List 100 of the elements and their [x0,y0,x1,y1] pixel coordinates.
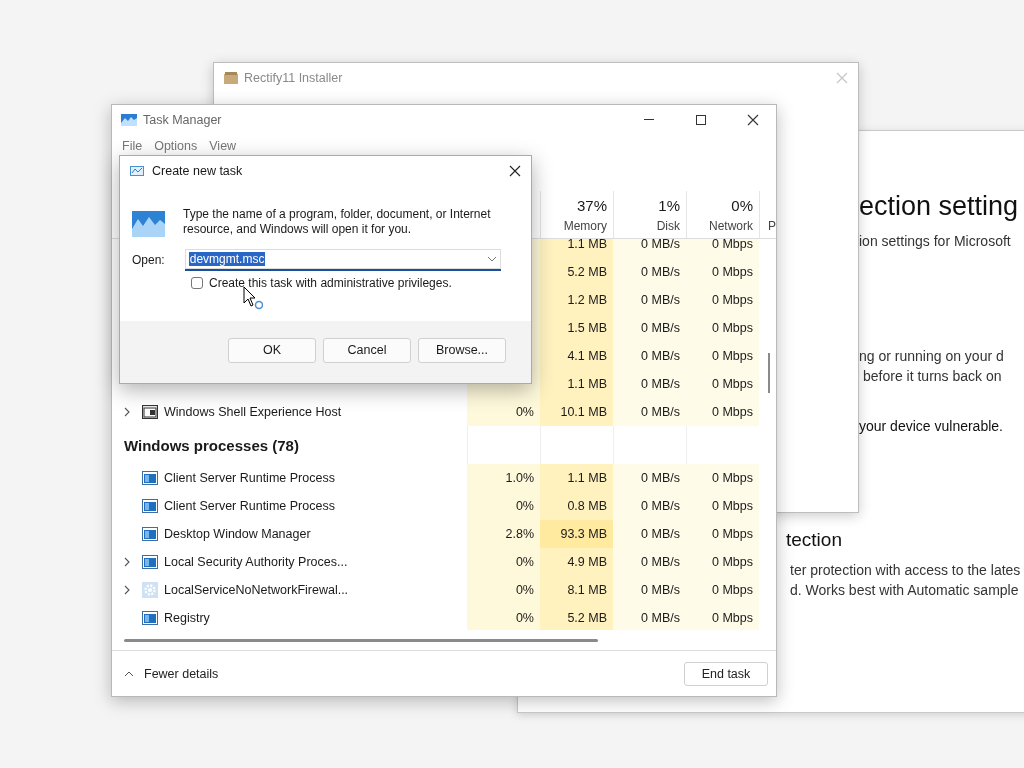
window-icon [142,405,158,419]
table-cell: 1.1 MB [540,239,613,258]
table-cell: 0 Mbps [686,520,759,548]
table-cell: 0 MB/s [613,239,686,258]
section-text-line: d. Works best with Automatic sample [790,581,1019,600]
process-name: Desktop Window Manager [164,527,311,541]
group-heading: Windows processes (78) [124,436,299,454]
column-header[interactable]: P [768,219,776,233]
table-cell: 0 MB/s [613,258,686,286]
scrollbar-thumb[interactable] [124,638,598,642]
app-window-icon [142,527,158,541]
process-name: Local Security Authority Proces... [164,555,348,569]
app-window-icon [142,499,158,513]
process-row[interactable]: Desktop Window Manager [112,520,467,548]
app-window-icon [142,555,158,569]
menu-item[interactable]: View [203,139,243,153]
dialog-button[interactable]: Cancel [323,337,411,363]
table-cell: 4.1 MB [540,342,613,370]
process-name: LocalServiceNoNetworkFirewal... [164,583,349,597]
table-cell: 0 Mbps [686,464,759,492]
table-cell: 0 Mbps [686,398,759,426]
column-usage: 37% [576,197,607,215]
table-cell: 0.8 MB [540,492,613,520]
column-header[interactable]: Memory [563,219,607,233]
window-title: Rectify11 Installer [244,71,344,85]
table-cell: 0 Mbps [686,548,759,576]
table-cell: 8.1 MB [540,576,613,604]
table-cell: 0 Mbps [686,342,759,370]
dialog-prompt: Type the name of a program, folder, document, or Internet resource, and Windows will open it for you. [183,207,492,237]
chevron-right-icon[interactable] [124,585,130,595]
table-cell: 93.3 MB [540,520,613,548]
table-cell: 1.2 MB [540,286,613,314]
process-row[interactable]: Registry [112,604,467,630]
table-cell: 10.1 MB [540,398,613,426]
process-name: Registry [164,611,210,625]
scrollbar-thumb[interactable] [768,353,770,393]
table-cell: 5.2 MB [540,604,613,630]
table-cell: 0% [467,398,540,426]
menu-item[interactable]: File [116,139,149,153]
table-cell: 0 MB/s [613,576,686,604]
table-cell: 0 Mbps [686,576,759,604]
table-cell: 0% [467,604,540,630]
description-line: before it turns back on [863,367,1002,386]
table-cell: 0% [467,492,540,520]
table-cell: 1.1 MB [540,464,613,492]
chevron-down-icon[interactable] [486,256,497,262]
table-cell: 0 MB/s [613,520,686,548]
fewer-details-button[interactable]: Fewer details [124,666,684,681]
minimize-icon[interactable] [644,119,654,121]
menu-item[interactable]: Options [148,139,204,153]
checkbox[interactable] [191,277,203,289]
table-cell: 0 MB/s [613,398,686,426]
table-cell: 0 MB/s [613,604,686,630]
table-cell: 0 Mbps [686,370,759,398]
table-cell: 0 Mbps [686,492,759,520]
section-heading: tection [786,528,842,552]
table-cell: 0 Mbps [686,314,759,342]
close-icon[interactable] [509,165,521,177]
table-cell: 0 MB/s [613,492,686,520]
warning-text: your device vulnerable. [859,417,1003,436]
checkbox-label[interactable]: Create this task with administrative privileges. [209,276,452,290]
table-cell: 1.5 MB [540,314,613,342]
end-task-button[interactable]: End task [684,661,768,686]
task-manager-icon [132,211,165,237]
process-name: Windows Shell Experience Host [164,405,342,419]
open-combo-field[interactable]: devmgmt.msc [184,249,501,271]
column-header[interactable]: Network [709,219,753,233]
table-cell: 5.2 MB [540,258,613,286]
chevron-right-icon[interactable] [124,557,130,567]
app-window-icon [142,471,158,485]
table-cell: 1.1 MB [540,370,613,398]
column-header[interactable]: Disk [656,219,680,233]
field-label: Open: [132,253,165,267]
table-cell: 2.8% [467,520,540,548]
column-usage: 1% [658,197,680,215]
table-cell: 0 MB/s [613,548,686,576]
process-row[interactable]: Client Server Runtime Process [112,464,467,492]
dialog-button[interactable]: Browse... [418,337,506,363]
app-window-icon [142,611,158,625]
maximize-icon[interactable] [696,115,706,125]
cursor-icon [243,286,263,310]
description-line: ng or running on your d [859,347,1004,366]
dialog-button[interactable]: OK [228,337,316,363]
page-heading: ection setting [859,190,1019,223]
table-cell: 0 MB/s [613,286,686,314]
table-cell: 0 Mbps [686,604,759,630]
table-cell: 0% [467,548,540,576]
page-subtitle: ion settings for Microsoft [859,232,1011,251]
close-icon[interactable] [747,114,759,126]
chevron-right-icon[interactable] [124,407,130,417]
table-cell: 0 MB/s [613,464,686,492]
section-text-line: ter protection with access to the lates [790,561,1021,580]
box-icon [224,72,238,84]
table-cell: 0 MB/s [613,342,686,370]
gear-icon [142,582,158,598]
process-name: Client Server Runtime Process [164,499,335,513]
run-icon [130,166,144,176]
chevron-up-icon [124,670,134,677]
table-cell: 0 Mbps [686,239,759,258]
process-row[interactable]: Client Server Runtime Process [112,492,467,520]
